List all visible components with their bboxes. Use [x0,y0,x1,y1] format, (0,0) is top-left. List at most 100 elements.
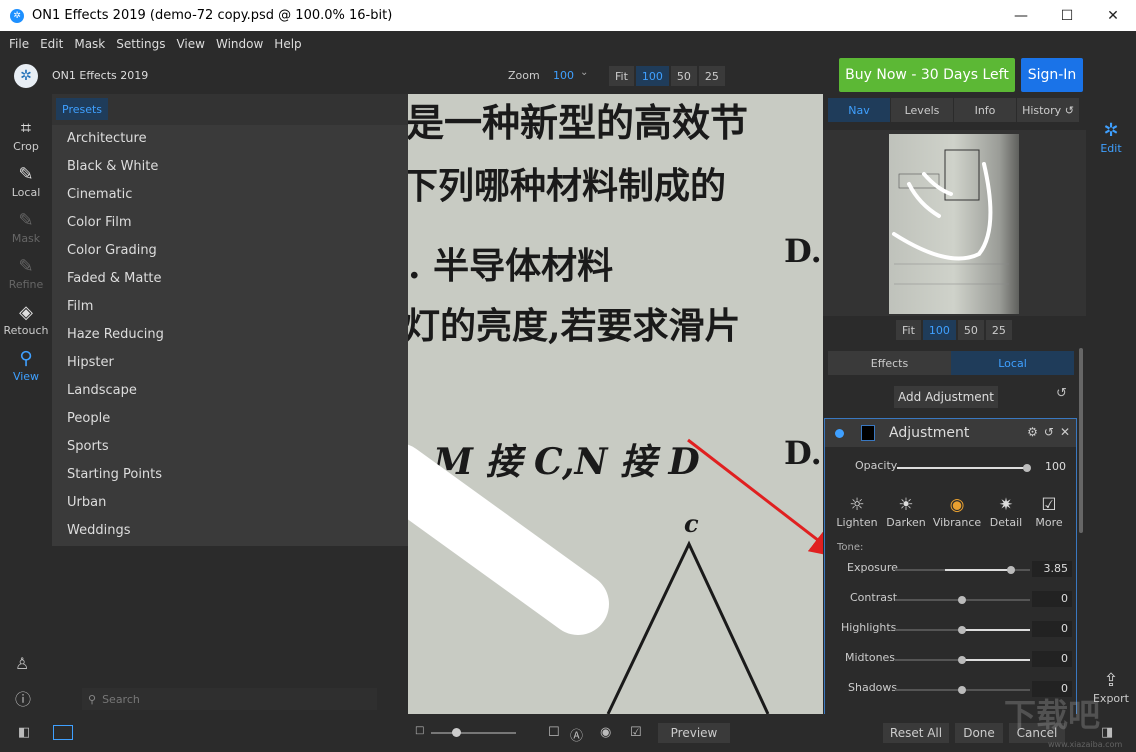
preset-item-weddings[interactable]: Weddings [52,517,408,545]
tab-nav[interactable]: Nav [828,98,891,122]
preset-item-hipster[interactable]: Hipster [52,349,408,377]
highlights-value[interactable]: 0 [1032,621,1072,637]
tool-mask[interactable]: ✎ Mask [0,210,52,245]
tab-local[interactable]: Local [951,351,1074,375]
darken-sun-icon: ☀ [898,495,914,515]
preset-item-sports[interactable]: Sports [52,433,408,461]
tab-effects[interactable]: Effects [828,351,951,375]
done-button[interactable]: Done [955,723,1003,743]
refine-brush-icon: ✎ [18,256,34,277]
preset-item-cinematic[interactable]: Cinematic [52,181,408,209]
menu-window[interactable]: Window [211,37,268,51]
preset-item-architecture[interactable]: Architecture [52,125,408,153]
preview-button[interactable]: Preview [658,723,730,743]
zoom-label: Zoom [508,69,540,82]
edit-module-button[interactable]: ✲ Edit [1086,120,1136,155]
preset-item-landscape[interactable]: Landscape [52,377,408,405]
preset-item-color-film[interactable]: Color Film [52,209,408,237]
tool-refine[interactable]: ✎ Refine [0,256,52,291]
gear-icon[interactable]: ⚙ [1027,425,1038,439]
highlights-slider-handle[interactable] [958,626,966,634]
navigator-zoom-buttons: Fit 100 50 25 [896,320,1012,340]
midtones-label: Midtones [845,651,896,664]
layer-mask-thumbnail[interactable] [861,425,875,441]
menu-settings[interactable]: Settings [111,37,170,51]
reset-all-button[interactable]: Reset All [883,723,949,743]
preset-item-black-white[interactable]: Black & White [52,153,408,181]
mode-darken[interactable]: ☀ Darken [881,494,931,529]
tab-info[interactable]: Info [954,98,1017,122]
nav-zoom-25-button[interactable]: 25 [985,320,1012,340]
tab-history[interactable]: History ↺ [1017,98,1080,122]
zoom-value[interactable]: 100 [553,69,574,82]
close-button[interactable]: ✕ [1090,0,1136,31]
buy-now-button[interactable]: Buy Now - 30 Days Left [839,58,1015,92]
navigator-preview[interactable] [823,130,1086,316]
tab-levels[interactable]: Levels [891,98,954,122]
menu-help[interactable]: Help [269,37,306,51]
navigator-thumbnail [889,134,1019,314]
preset-item-urban[interactable]: Urban [52,489,408,517]
chevron-down-icon[interactable]: ⌄ [580,67,588,78]
preset-item-faded-matte[interactable]: Faded & Matte [52,265,408,293]
preset-item-haze-reducing[interactable]: Haze Reducing [52,321,408,349]
mode-more[interactable]: ☑ More [1024,494,1074,529]
menu-edit[interactable]: Edit [35,37,68,51]
menu-file[interactable]: File [4,37,34,51]
image-canvas[interactable]: 是一种新型的高效节 下列哪种材料制成的 . 半导体材料 D. 灯的亮度,若要求滑… [408,94,823,714]
user-icon[interactable]: ♙ [15,654,29,673]
opacity-value[interactable]: 100 [1030,459,1070,475]
close-icon[interactable]: ✕ [1060,425,1070,439]
small-brush-icon[interactable]: □ [415,725,424,736]
mode-vibrance[interactable]: ◉ Vibrance [932,494,982,529]
exposure-slider-handle[interactable] [1007,566,1015,574]
layer-visibility-toggle[interactable] [835,429,844,438]
menu-mask[interactable]: Mask [69,37,110,51]
single-view-icon[interactable] [53,725,73,740]
mask-overlay-icon[interactable]: ◉ [600,725,611,740]
opacity-track[interactable] [897,467,1027,469]
menu-view[interactable]: View [171,37,209,51]
exposure-value[interactable]: 3.85 [1032,561,1072,577]
contrast-slider-handle[interactable] [958,596,966,604]
toggle-left-panel-icon[interactable]: ◧ [18,725,30,740]
brush-size-slider[interactable] [431,732,516,734]
preset-search-input[interactable]: ⚲ Search [82,688,377,710]
large-brush-icon[interactable]: ☐ [548,725,560,740]
preset-item-film[interactable]: Film [52,293,408,321]
help-icon[interactable]: ⓘ [15,686,31,710]
toggle-right-panel-icon[interactable]: ◨ [1101,725,1113,740]
tool-view[interactable]: ⚲ View [0,348,52,383]
zoom-50-button[interactable]: 50 [670,66,697,86]
highlights-slider-row: Highlights 0 [825,621,1078,641]
mask-view-icon[interactable]: ☑ [630,725,642,740]
nav-zoom-100-button[interactable]: 100 [922,320,956,340]
zoom-fit-button[interactable]: Fit [609,66,634,86]
preset-item-people[interactable]: People [52,405,408,433]
undo-icon[interactable]: ↺ [1044,425,1054,439]
add-adjustment-button[interactable]: Add Adjustment [894,386,998,408]
nav-zoom-fit-button[interactable]: Fit [896,320,921,340]
tool-local[interactable]: ✎ Local [0,164,52,199]
nav-zoom-50-button[interactable]: 50 [957,320,984,340]
tool-retouch[interactable]: ◈ Retouch [0,302,52,337]
sign-in-button[interactable]: Sign-In [1021,58,1083,92]
presets-tab[interactable]: Presets [56,98,109,120]
tool-crop[interactable]: ⌗ Crop [0,118,52,153]
midtones-slider-handle[interactable] [958,656,966,664]
shadows-slider-handle[interactable] [958,686,966,694]
minimize-button[interactable]: — [998,0,1044,31]
maximize-button[interactable]: ☐ [1044,0,1090,31]
midtones-value[interactable]: 0 [1032,651,1072,667]
mode-lighten[interactable]: ☼ Lighten [832,494,882,529]
auto-mask-icon[interactable]: Ⓐ [570,725,583,744]
brush-size-handle[interactable] [452,728,461,737]
right-panel-scrollbar[interactable] [1079,348,1083,533]
reset-icon[interactable]: ↺ [1056,386,1067,401]
zoom-100-button[interactable]: 100 [635,66,669,86]
zoom-25-button[interactable]: 25 [698,66,725,86]
search-placeholder: Search [102,692,140,706]
preset-item-color-grading[interactable]: Color Grading [52,237,408,265]
contrast-value[interactable]: 0 [1032,591,1072,607]
preset-item-starting-points[interactable]: Starting Points [52,461,408,489]
